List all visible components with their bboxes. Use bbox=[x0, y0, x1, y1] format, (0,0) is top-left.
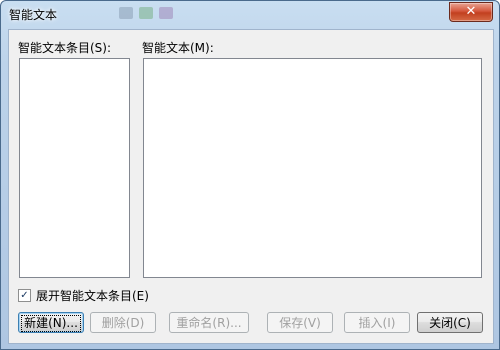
save-button[interactable]: 保存(V) bbox=[267, 312, 333, 333]
window-title: 智能文本 bbox=[9, 8, 58, 22]
close-icon: ✕ bbox=[465, 4, 477, 19]
delete-button[interactable]: 删除(D) bbox=[90, 312, 156, 333]
text-content-box[interactable] bbox=[143, 58, 482, 278]
new-button-label: 新建(N)... bbox=[21, 315, 81, 332]
checkmark-icon: ✓ bbox=[20, 290, 29, 301]
background-toolbar-ghost bbox=[119, 7, 179, 21]
expand-entries-label: 展开智能文本条目(E) bbox=[36, 289, 149, 303]
entries-list[interactable] bbox=[19, 58, 130, 278]
entries-label: 智能文本条目(S): bbox=[18, 41, 112, 55]
rename-button[interactable]: 重命名(R)... bbox=[169, 312, 249, 333]
expand-entries-checkbox[interactable]: ✓ bbox=[18, 289, 31, 302]
title-bar[interactable]: 智能文本 ✕ bbox=[1, 1, 499, 29]
text-label: 智能文本(M): bbox=[142, 41, 214, 55]
dialog-client-area: 智能文本条目(S): 智能文本(M): ✓ 展开智能文本条目(E) 新建(N).… bbox=[8, 29, 494, 344]
dialog-window: 智能文本 ✕ 智能文本条目(S): 智能文本(M): ✓ 展开智能文本条目(E)… bbox=[0, 0, 500, 350]
close-window-button[interactable]: ✕ bbox=[449, 2, 493, 22]
close-button[interactable]: 关闭(C) bbox=[417, 312, 483, 333]
new-button[interactable]: 新建(N)... bbox=[18, 312, 84, 333]
expand-entries-option[interactable]: ✓ 展开智能文本条目(E) bbox=[18, 287, 149, 304]
insert-button[interactable]: 插入(I) bbox=[344, 312, 410, 333]
